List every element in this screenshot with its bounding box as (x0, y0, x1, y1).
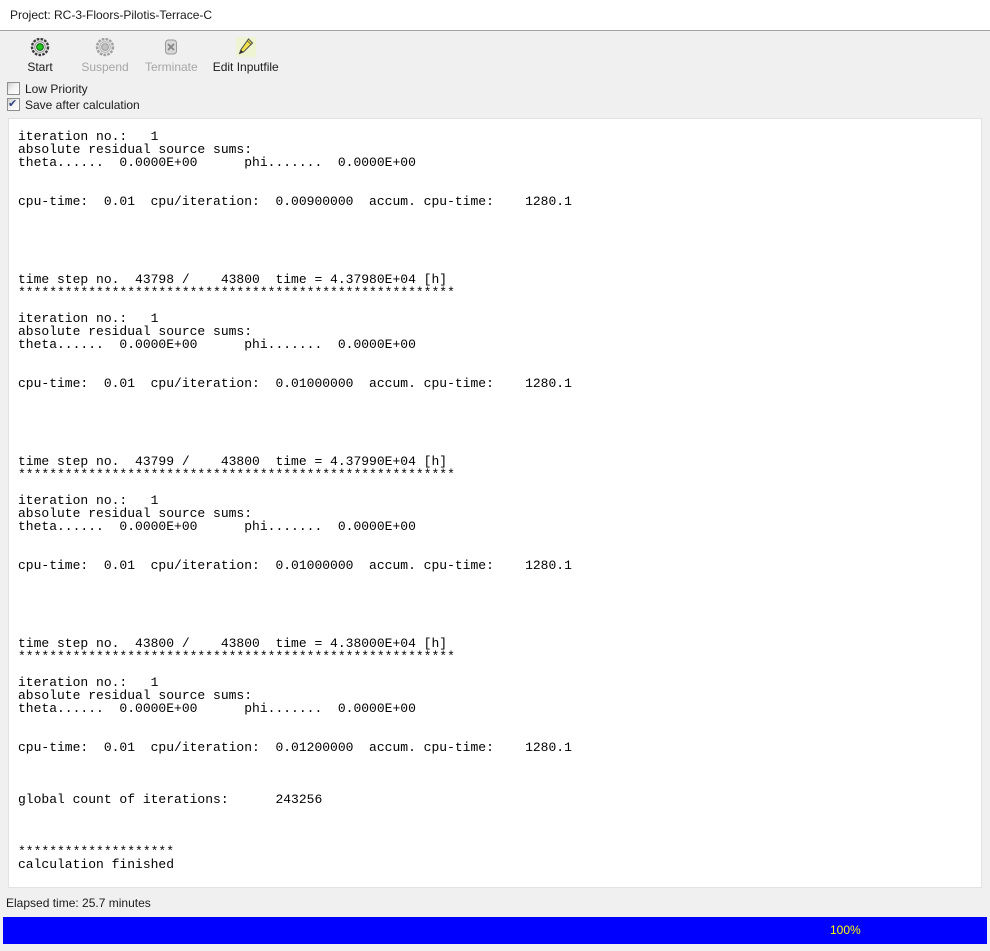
edit-pencil-icon (236, 37, 256, 57)
save-after-calculation-checkbox[interactable]: Save after calculation (7, 97, 140, 112)
edit-inputfile-button[interactable]: Edit Inputfile (211, 36, 281, 75)
terminate-button-label: Terminate (145, 60, 198, 74)
start-target-icon (30, 37, 50, 57)
start-button-label: Start (27, 60, 52, 74)
progress-bar: 100% (3, 917, 987, 944)
project-title: Project: RC-3-Floors-Pilotis-Terrace-C (0, 0, 990, 30)
options-panel: Low Priority Save after calculation (7, 81, 140, 113)
progress-percent-label: 100% (830, 917, 861, 944)
save-after-calculation-label: Save after calculation (25, 98, 140, 112)
low-priority-label: Low Priority (25, 82, 88, 96)
checkbox-unchecked-icon (7, 82, 20, 95)
low-priority-checkbox[interactable]: Low Priority (7, 81, 140, 96)
terminate-button[interactable]: Terminate (143, 36, 200, 75)
start-button[interactable]: Start (13, 36, 67, 75)
toolbar: Start Suspend Terminate (13, 36, 281, 75)
edit-inputfile-button-label: Edit Inputfile (213, 60, 279, 74)
terminate-x-icon (161, 37, 181, 57)
app-window: Project: RC-3-Floors-Pilotis-Terrace-C S… (0, 0, 990, 951)
title-bar: Project: RC-3-Floors-Pilotis-Terrace-C (0, 0, 990, 31)
suspend-target-icon (95, 37, 115, 57)
elapsed-time-label: Elapsed time: 25.7 minutes (6, 896, 151, 910)
checkbox-checked-icon (7, 98, 20, 111)
suspend-button-label: Suspend (81, 60, 128, 74)
suspend-button[interactable]: Suspend (78, 36, 132, 75)
console-output[interactable]: iteration no.: 1 absolute residual sourc… (8, 118, 982, 888)
